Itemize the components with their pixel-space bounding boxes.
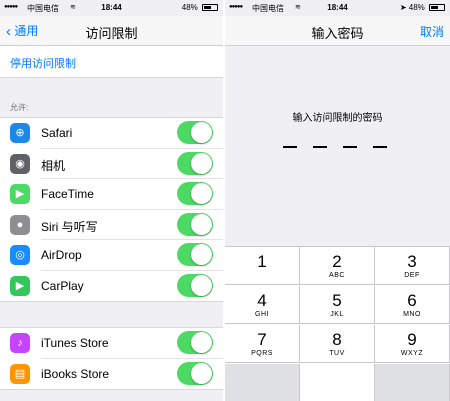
key-digit: 6 bbox=[407, 291, 417, 310]
restriction-toggle[interactable] bbox=[177, 361, 213, 385]
restriction-toggle[interactable] bbox=[177, 121, 213, 144]
restriction-row: ◉ 相机 bbox=[0, 149, 223, 179]
key-letters: DEF bbox=[404, 272, 420, 279]
restriction-toggle[interactable] bbox=[177, 182, 213, 205]
toggle-knob bbox=[191, 362, 212, 384]
battery-percent: 48% bbox=[181, 3, 198, 12]
toggle-knob bbox=[191, 274, 212, 296]
restriction-toggle[interactable] bbox=[177, 331, 213, 354]
navigation-bar: 输入密码 取消 bbox=[225, 16, 450, 46]
key-letters: ABC bbox=[329, 272, 345, 279]
toggle-knob bbox=[191, 122, 212, 143]
page-title: 访问限制 bbox=[85, 26, 138, 41]
key-letters: WXYZ bbox=[400, 350, 424, 357]
itunes-store-icon: ♪ bbox=[10, 333, 30, 353]
restriction-label: 相机 bbox=[41, 158, 66, 173]
camera-icon: ◉ bbox=[10, 153, 30, 174]
keypad-key-3[interactable]: 3 DEF bbox=[375, 247, 450, 285]
restriction-toggle[interactable] bbox=[177, 273, 213, 297]
page-title: 输入密码 bbox=[311, 26, 364, 41]
restriction-label: AirDrop bbox=[41, 248, 82, 262]
keypad-key-0[interactable] bbox=[300, 364, 375, 401]
restriction-toggle[interactable] bbox=[177, 151, 213, 175]
passcode-digit-slot bbox=[283, 146, 297, 148]
keypad-delete-key[interactable] bbox=[375, 364, 450, 401]
apps-list: ⊕ Safari ◉ 相机 ▶ FaceTime ● Siri 与听写 ◎ AirDrop ▶ Car… bbox=[0, 117, 223, 302]
restriction-row: ◎ AirDrop bbox=[0, 240, 223, 271]
status-bar: ●●●●● 中国电信 ≋ 18:44 ➤ 48% bbox=[225, 0, 450, 16]
key-digit: 9 bbox=[407, 330, 417, 349]
safari-icon: ⊕ bbox=[10, 123, 30, 143]
keypad-key-2[interactable]: 2 ABC bbox=[300, 247, 375, 285]
restriction-toggle[interactable] bbox=[177, 243, 213, 266]
battery-icon bbox=[202, 4, 218, 11]
keypad-key-5[interactable]: 5 JKL bbox=[300, 286, 375, 324]
ibooks-store-icon: ▤ bbox=[10, 363, 30, 384]
toggle-knob bbox=[191, 244, 212, 265]
keypad-key-6[interactable]: 6 MNO bbox=[375, 286, 450, 324]
keypad-blank-key bbox=[225, 364, 300, 401]
key-digit: 3 bbox=[407, 252, 417, 271]
key-digit: 5 bbox=[332, 291, 342, 310]
key-letters: MNO bbox=[403, 311, 421, 318]
siri-icon: ● bbox=[10, 214, 30, 235]
restriction-toggle[interactable] bbox=[177, 212, 213, 236]
disable-restrictions-button[interactable]: 停用访问限制 bbox=[0, 46, 223, 78]
battery-icon bbox=[429, 4, 445, 11]
toggle-knob bbox=[191, 152, 212, 174]
key-letters: PQRS bbox=[251, 350, 273, 357]
restriction-label: iBooks Store bbox=[41, 366, 110, 381]
battery-group: ➤ 48% bbox=[400, 3, 445, 12]
keypad-key-1[interactable]: 1 bbox=[225, 247, 300, 285]
key-digit: 8 bbox=[332, 330, 342, 349]
battery-group: 48% bbox=[182, 3, 218, 12]
keypad-key-7[interactable]: 7 PQRS bbox=[225, 325, 300, 363]
keypad-key-8[interactable]: 8 TUV bbox=[300, 325, 375, 363]
restriction-label: Siri 与听写 bbox=[41, 219, 98, 234]
restriction-row: ● Siri 与听写 bbox=[0, 210, 223, 240]
carplay-icon: ▶ bbox=[10, 275, 30, 296]
facetime-icon: ▶ bbox=[10, 184, 30, 204]
passcode-digit-slot bbox=[373, 146, 387, 148]
keypad-key-9[interactable]: 9 WXYZ bbox=[375, 325, 450, 363]
location-icon: ➤ bbox=[399, 3, 407, 12]
passcode-digit-slot bbox=[313, 146, 327, 148]
key-digit: 1 bbox=[257, 252, 267, 271]
cancel-button[interactable]: 取消 bbox=[420, 23, 444, 40]
passcode-field[interactable] bbox=[283, 146, 393, 150]
key-letters: GHI bbox=[255, 311, 269, 318]
key-letters: JKL bbox=[330, 311, 344, 318]
keypad-key-4[interactable]: 4 GHI bbox=[225, 286, 300, 324]
key-digit: 7 bbox=[257, 330, 267, 349]
restriction-label: iTunes Store bbox=[41, 336, 109, 350]
stores-list: ♪ iTunes Store ▤ iBooks Store bbox=[0, 327, 223, 390]
restriction-label: Safari bbox=[41, 126, 73, 140]
restriction-row: ⊕ Safari bbox=[0, 118, 223, 149]
passcode-screen: ●●●●● 中国电信 ≋ 18:44 ➤ 48% 输入密码 取消 输入访问限制的… bbox=[225, 0, 450, 401]
restriction-row: ▶ CarPlay bbox=[0, 271, 223, 302]
section-header-allow: 允许: bbox=[10, 103, 29, 112]
restrictions-screen: ●●●●● 中国电信 ≋ 18:44 48% ‹ 通用 访问限制 停用访问限制 … bbox=[0, 0, 223, 401]
airdrop-icon: ◎ bbox=[10, 245, 30, 265]
key-letters: TUV bbox=[329, 350, 345, 357]
navigation-bar: ‹ 通用 访问限制 bbox=[0, 16, 223, 46]
restriction-label: FaceTime bbox=[41, 187, 94, 201]
toggle-knob bbox=[191, 213, 212, 235]
numeric-keypad: 1 2 ABC 3 DEF 4 GHI 5 JKL 6 MNO 7 PQRS 8 TUV 9 WXYZ bbox=[225, 246, 450, 401]
passcode-prompt: 输入访问限制的密码 bbox=[292, 113, 383, 124]
key-digit: 2 bbox=[332, 252, 342, 271]
disable-restrictions-label: 停用访问限制 bbox=[10, 58, 76, 70]
battery-percent: 48% bbox=[408, 3, 425, 12]
restriction-row: ▶ FaceTime bbox=[0, 179, 223, 210]
restriction-row: ♪ iTunes Store bbox=[0, 328, 223, 359]
restriction-label: CarPlay bbox=[41, 278, 84, 293]
toggle-knob bbox=[191, 183, 212, 204]
key-digit: 4 bbox=[257, 291, 267, 310]
restriction-row: ▤ iBooks Store bbox=[0, 359, 223, 390]
toggle-knob bbox=[191, 332, 212, 353]
passcode-digit-slot bbox=[343, 146, 357, 148]
status-bar: ●●●●● 中国电信 ≋ 18:44 48% bbox=[0, 0, 223, 16]
